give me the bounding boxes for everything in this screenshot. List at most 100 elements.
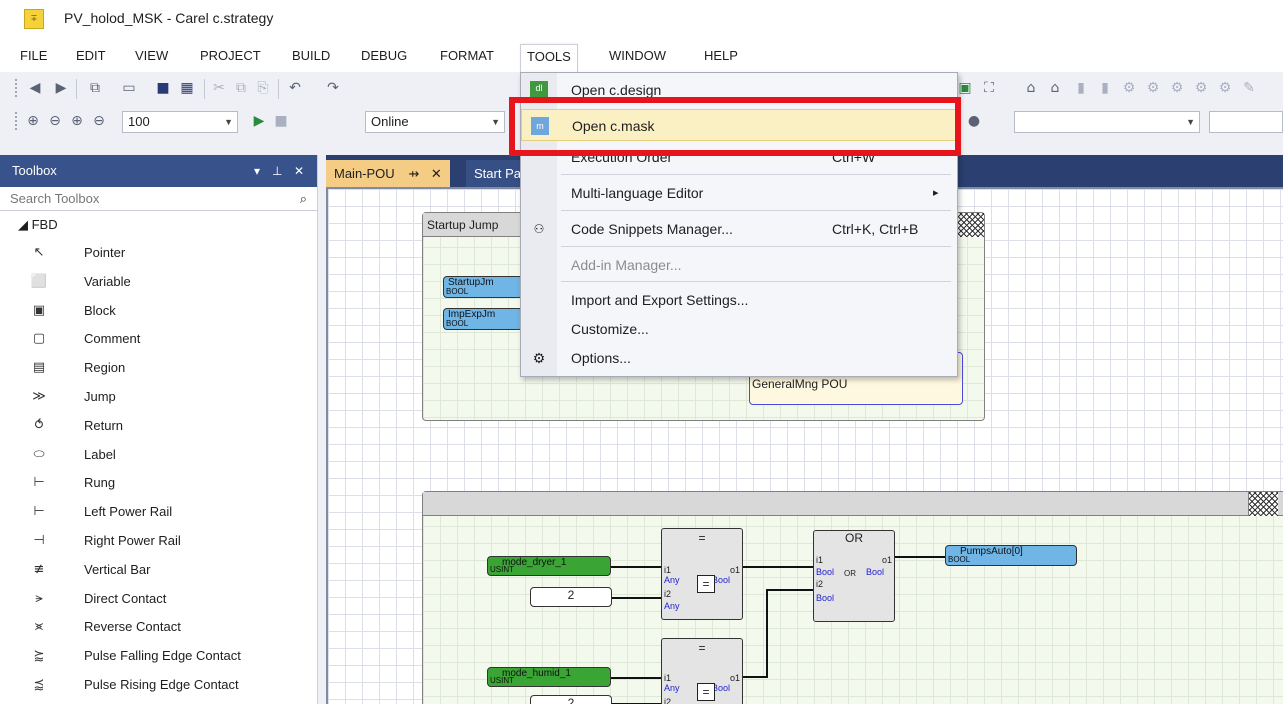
toolbar-grip[interactable] (14, 111, 18, 131)
menu-project[interactable]: PROJECT (194, 44, 267, 68)
variable-impexpjm[interactable]: ImpExpJm BOOL (443, 308, 523, 330)
block-or[interactable]: OR i1 o1 Bool OR Bool i2 Bool (813, 530, 895, 622)
zoom-fit-icon[interactable]: ⊕ (24, 112, 42, 130)
constant-2[interactable]: 2 (530, 587, 612, 607)
toolbox-item-label: Pointer (84, 245, 126, 260)
variable-pumpsauto[interactable]: PumpsAuto[0] BOOL (945, 545, 1077, 566)
menu-item-options[interactable]: ⚙ Options... (521, 342, 957, 374)
toolbox-item-reverse-contact[interactable]: ⪤ Reverse Contact (0, 613, 317, 642)
pin-icon[interactable]: ⊥ (272, 155, 282, 187)
variable-startupjm[interactable]: StartupJm BOOL (443, 276, 523, 298)
mode-select[interactable]: Online ▼ (365, 111, 505, 133)
toolbox-item-rung[interactable]: ⊢ Rung (0, 469, 317, 498)
direct-contact-icon: ⪫ (35, 590, 43, 606)
menu-tools[interactable]: TOOLS (520, 44, 578, 74)
menu-window[interactable]: WINDOW (603, 44, 672, 68)
region-pumps[interactable]: mode_dryer_1 USINT 2 mode_humid_1 USINT … (422, 491, 1283, 704)
menu-item-multi-language-editor[interactable]: Multi-language Editor ▸ (521, 177, 957, 209)
toolbox-item-right-power-rail[interactable]: ⊣ Right Power Rail (0, 527, 317, 556)
menu-item-open-c-mask[interactable]: m Open c.mask (521, 109, 957, 141)
gear-icon[interactable]: ⚙ (1120, 79, 1138, 97)
toolbox-search-input[interactable]: Search Toolbox ⌕ (0, 187, 317, 211)
debug1-icon[interactable]: ▮ (1072, 79, 1090, 97)
empty-select[interactable]: ▼ (1014, 111, 1200, 133)
stop-icon[interactable]: ■ (272, 112, 290, 130)
gear5-icon[interactable]: ⚙ (1216, 79, 1234, 97)
right-power-rail-icon: ⊣ (33, 532, 45, 548)
toolbox-item-pulse-rising-edge-contact[interactable]: ⪷ Pulse Rising Edge Contact (0, 671, 317, 700)
gear2-icon[interactable]: ⚙ (1144, 79, 1162, 97)
menu-view[interactable]: VIEW (129, 44, 174, 68)
toolbox-group-fbd[interactable]: ◢ FBD (0, 211, 317, 239)
menu-item-execution-order[interactable]: Execution Order Ctrl+W (521, 141, 957, 173)
toolbox-item-label[interactable]: ⬭ Label (0, 441, 317, 470)
undo-icon[interactable]: ↶ (286, 79, 304, 97)
target2-icon[interactable]: ⌂ (1046, 79, 1064, 97)
gear4-icon[interactable]: ⚙ (1192, 79, 1210, 97)
wire (611, 566, 661, 568)
toolbox-item-jump[interactable]: ≫ Jump (0, 383, 317, 412)
variable-mode-humid[interactable]: mode_humid_1 USINT (487, 667, 611, 687)
save-icon[interactable]: ■ (154, 79, 172, 97)
menu-file[interactable]: FILE (14, 44, 53, 68)
variable-mode-dryer[interactable]: mode_dryer_1 USINT (487, 556, 611, 576)
constant-2b[interactable]: 2 (530, 695, 612, 704)
copy-icon[interactable]: ⧉ (232, 79, 250, 97)
forward-icon[interactable]: ▶ (52, 79, 70, 97)
layout-icon[interactable]: ⛶ (980, 79, 998, 97)
menu-item-add-in-manager[interactable]: Add-in Manager... (521, 249, 957, 281)
zoom-in-icon[interactable]: ⊕ (68, 112, 86, 130)
menu-separator (561, 246, 951, 247)
tab-main-pou[interactable]: Main-POU ⇸ ✕ (326, 160, 450, 187)
menu-edit[interactable]: EDIT (70, 44, 112, 68)
zoom-out-icon[interactable]: ⊖ (46, 112, 64, 130)
zoom-select[interactable]: 100 ▼ (122, 111, 238, 133)
toolbox-item-comment[interactable]: ▢ Comment (0, 325, 317, 354)
debug2-icon[interactable]: ▮ (1096, 79, 1114, 97)
menu-separator (561, 281, 951, 282)
toolbox-item-direct-contact[interactable]: ⪫ Direct Contact (0, 585, 317, 614)
toolbox-item-pulse-falling-edge-contact[interactable]: ⪸ Pulse Falling Edge Contact (0, 642, 317, 671)
menu-help[interactable]: HELP (698, 44, 744, 68)
play-icon[interactable]: ▶ (250, 112, 268, 130)
close-icon[interactable]: ✕ (294, 155, 304, 187)
title-bar: ∓ PV_holod_MSK - Carel c.strategy (0, 0, 1283, 40)
menu-item-import-export-settings[interactable]: Import and Export Settings... (521, 284, 957, 316)
empty-select-2[interactable] (1209, 111, 1283, 133)
target-icon[interactable]: ⌂ (1022, 79, 1040, 97)
build-icon[interactable]: ▣ (956, 79, 974, 97)
toolbar-separator (278, 79, 279, 99)
menu-format[interactable]: FORMAT (434, 44, 500, 68)
menu-item-customize[interactable]: Customize... (521, 313, 957, 345)
pin-icon[interactable]: ⇸ (408, 166, 419, 181)
block-equal-1[interactable]: = i1 o1 Any Bool i2 Any = (661, 528, 743, 620)
toolbox-item-region[interactable]: ▤ Region (0, 354, 317, 383)
cut-icon[interactable]: ✂ (210, 79, 228, 97)
toolbox-item-vertical-bar[interactable]: ≢ Vertical Bar (0, 556, 317, 585)
toolbox-item-variable[interactable]: ⬜ Variable (0, 268, 317, 297)
toolbox-item-left-power-rail[interactable]: ⊢ Left Power Rail (0, 498, 317, 527)
add-item-icon[interactable]: ▭ (120, 79, 138, 97)
paste-icon[interactable]: ⎘ (254, 79, 272, 97)
gear3-icon[interactable]: ⚙ (1168, 79, 1186, 97)
menu-build[interactable]: BUILD (286, 44, 336, 68)
new-project-icon[interactable]: ⧉ (86, 79, 104, 97)
toolbox-item-pointer[interactable]: ↖ Pointer (0, 239, 317, 268)
menu-item-code-snippets-manager[interactable]: ⚇ Code Snippets Manager... Ctrl+K, Ctrl+… (521, 213, 957, 245)
block-equal-2[interactable]: = i1 o1 Any Bool i2 = (661, 638, 743, 704)
back-icon[interactable]: ◀ (26, 79, 44, 97)
user-icon[interactable]: ● (965, 112, 983, 130)
toolbox-item-block[interactable]: ▣ Block (0, 297, 317, 326)
menu-item-open-c-design[interactable]: dl Open c.design (521, 81, 957, 99)
search-icon[interactable]: ⌕ (300, 187, 307, 211)
edit-icon[interactable]: ✎ (1240, 79, 1258, 97)
close-icon[interactable]: ✕ (431, 166, 442, 181)
redo-icon[interactable]: ↷ (324, 79, 342, 97)
dropdown-icon[interactable]: ▾ (254, 155, 260, 187)
save-all-icon[interactable]: ▦ (178, 79, 196, 97)
variable-type: BOOL (446, 287, 469, 296)
zoom-reset-icon[interactable]: ⊖ (90, 112, 108, 130)
menu-debug[interactable]: DEBUG (355, 44, 413, 68)
toolbox-item-return[interactable]: ⥀ Return (0, 412, 317, 441)
toolbar-grip[interactable] (14, 78, 18, 98)
